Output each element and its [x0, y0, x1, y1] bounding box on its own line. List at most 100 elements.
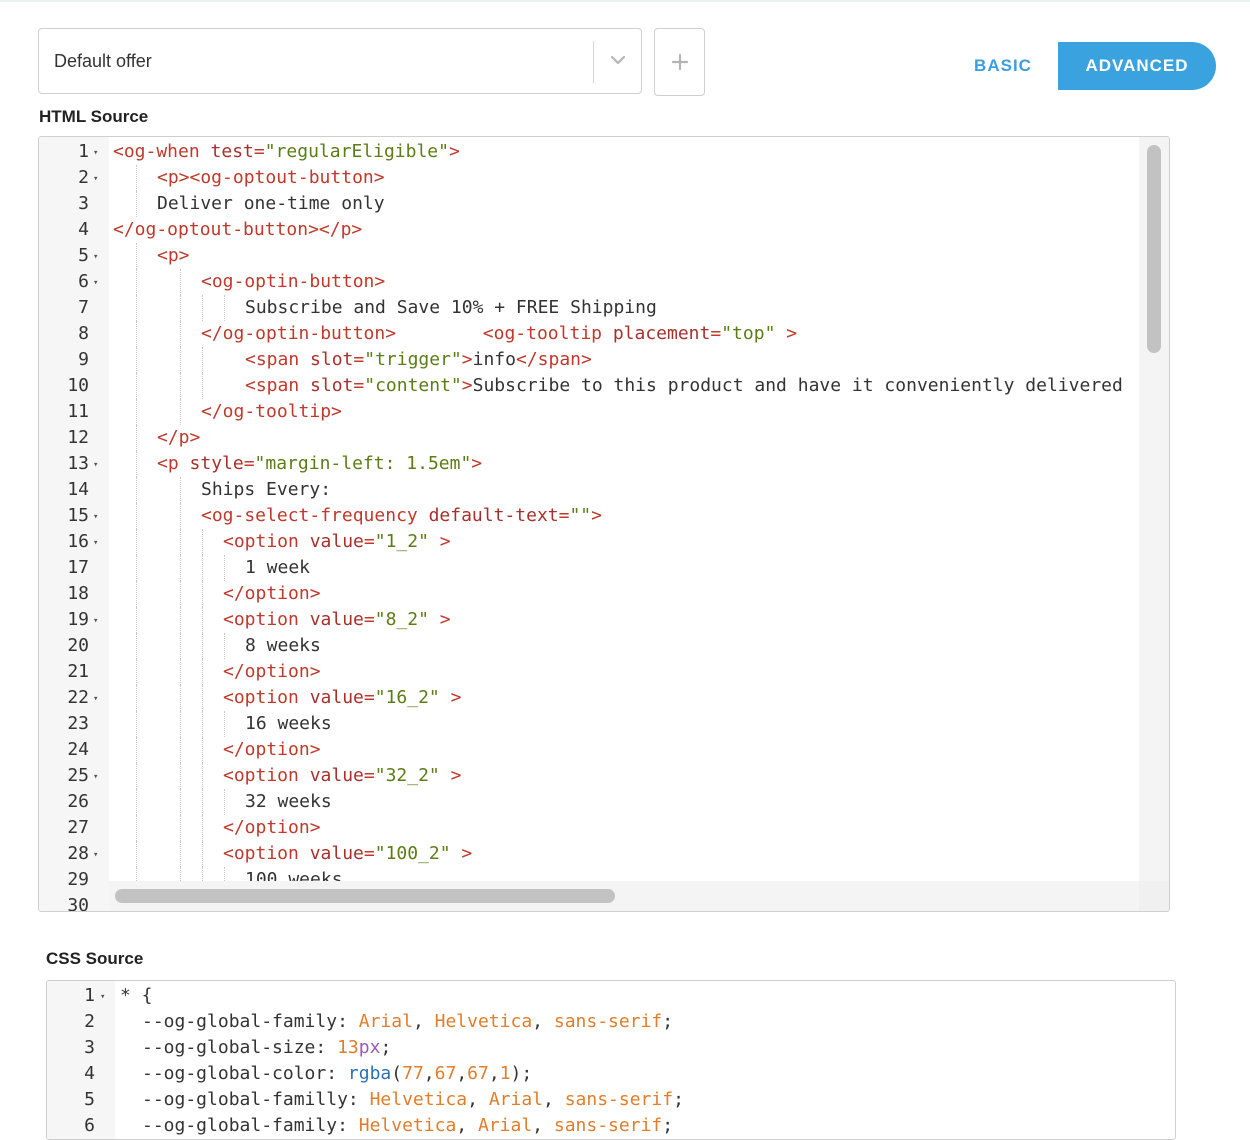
code-token: >: [448, 141, 460, 162]
code-token: ;: [662, 1011, 674, 1032]
fold-arrow-icon[interactable]: ▾: [93, 686, 103, 712]
scrollbar-corner: [1139, 881, 1169, 911]
fold-arrow-icon[interactable]: ▾: [93, 608, 103, 634]
code-line: 32 weeks: [113, 789, 332, 815]
code-token: rgba: [347, 1063, 392, 1084]
code-line: <p>: [113, 243, 190, 269]
code-line: </option>: [113, 581, 321, 607]
html-source-editor[interactable]: 1 ▾ 2 ▾ 3 4 5 ▾ 6 ▾ 7 8 9 10 11 12 13 ▾ 14 15 ▾ 16 ▾ 17 18 19 ▾ 20 2…: [38, 136, 1170, 912]
fold-arrow-icon[interactable]: ▾: [93, 166, 103, 192]
code-token: =: [558, 505, 570, 526]
vertical-scrollbar[interactable]: [1139, 137, 1169, 881]
code-token: </option>: [223, 739, 321, 760]
offer-select[interactable]: Default offer: [38, 28, 642, 94]
code-token: ,: [412, 1011, 435, 1032]
code-token: >: [428, 531, 451, 552]
code-token: 16 weeks: [245, 713, 332, 734]
code-token: Deliver one-time only: [157, 193, 385, 214]
code-token: =: [710, 323, 722, 344]
code-line: </og-tooltip>: [113, 399, 342, 425]
code-token: --og-global-color:: [142, 1063, 348, 1084]
code-token: =: [363, 531, 375, 552]
top-divider: [0, 0, 1250, 2]
code-line: 8 weeks: [113, 633, 321, 659]
code-token: 13: [337, 1037, 359, 1058]
line-number: 13: [67, 453, 89, 474]
line-number: 25: [67, 765, 89, 786]
fold-arrow-icon[interactable]: ▾: [93, 140, 103, 166]
code-line: <og-when test="regularEligible">: [113, 139, 460, 165]
code-token: =: [363, 765, 375, 786]
fold-arrow-icon[interactable]: ▾: [93, 452, 103, 478]
vertical-scrollbar-thumb[interactable]: [1147, 145, 1161, 353]
code-line: <option value="8_2" >: [113, 607, 451, 633]
advanced-mode-button[interactable]: ADVANCED: [1058, 42, 1216, 90]
code-token: <span: [245, 375, 311, 396]
line-number: 15: [67, 505, 89, 526]
line-number: 2: [84, 1011, 95, 1032]
fold-arrow-icon[interactable]: ▾: [93, 764, 103, 790]
fold-arrow-icon[interactable]: ▾: [93, 530, 103, 556]
code-line: </option>: [113, 659, 321, 685]
code-token: =: [353, 349, 365, 370]
code-token: );: [510, 1063, 533, 1084]
code-token: =: [363, 609, 375, 630]
code-token: </option>: [223, 583, 321, 604]
code-token: 1: [499, 1063, 511, 1084]
code-token: Helvetica: [434, 1011, 533, 1032]
line-number: 2: [78, 167, 89, 188]
fold-arrow-icon[interactable]: ▾: [100, 984, 110, 1010]
code-token: =: [363, 843, 375, 864]
fold-arrow-icon[interactable]: ▾: [93, 504, 103, 530]
code-token: value: [309, 843, 364, 864]
line-number: 3: [78, 193, 89, 214]
code-token: "margin-left: 1.5em": [254, 453, 472, 474]
code-line: <og-select-frequency default-text="">: [113, 503, 602, 529]
code-token: "content": [364, 375, 462, 396]
line-number: 3: [84, 1037, 95, 1058]
css-source-editor[interactable]: 1 ▾ 2 3 4 5 6 * {--og-global-family: Arial, He…: [46, 980, 1176, 1140]
code-token: slot: [310, 375, 354, 396]
basic-mode-button[interactable]: BASIC: [948, 42, 1058, 90]
code-token: ,: [467, 1089, 489, 1110]
code-line: --og-global-color: rgba(77,67,67,1);: [120, 1061, 532, 1087]
code-token: ,: [423, 1063, 435, 1084]
code-token: test: [210, 141, 254, 162]
horizontal-scrollbar-thumb[interactable]: [115, 889, 615, 903]
code-token: >: [428, 609, 451, 630]
fold-arrow-icon[interactable]: ▾: [93, 270, 103, 296]
line-number: 4: [78, 219, 89, 240]
line-number: 1: [78, 141, 89, 162]
code-token: px: [358, 1037, 381, 1058]
code-line: --og-global-family: Helvetica, Arial, sa…: [120, 1113, 673, 1139]
line-number: 23: [67, 713, 89, 734]
horizontal-scrollbar[interactable]: [109, 881, 1139, 911]
code-token: "trigger": [364, 349, 462, 370]
line-number: 16: [67, 531, 89, 552]
fold-arrow-icon[interactable]: ▾: [93, 244, 103, 270]
code-token: Arial: [488, 1089, 543, 1110]
line-number: 28: [67, 843, 89, 864]
chevron-down-icon[interactable]: [610, 54, 626, 66]
fold-arrow-icon[interactable]: ▾: [93, 842, 103, 868]
code-token: "": [569, 505, 592, 526]
code-token: "regularEligible": [264, 141, 449, 162]
code-line: Deliver one-time only: [113, 191, 385, 217]
code-token: Ships Every:: [201, 479, 332, 500]
code-token: "100_2": [374, 843, 451, 864]
line-number: 24: [67, 739, 89, 760]
line-number-gutter: 1 ▾ 2 ▾ 3 4 5 ▾ 6 ▾ 7 8 9 10 11 12 13 ▾ 14 15 ▾ 16 ▾ 17 18 19 ▾ 20 2…: [39, 137, 109, 911]
code-line: Subscribe and Save 10% + FREE Shipping: [113, 295, 657, 321]
code-token: Helvetica: [369, 1089, 468, 1110]
code-token: --og-global-familly:: [142, 1089, 370, 1110]
code-token: <p>: [157, 245, 190, 266]
line-number: 5: [78, 245, 89, 266]
add-offer-button[interactable]: [654, 28, 705, 96]
html-code-area[interactable]: <og-when test="regularEligible"> <p> <og-o…: [113, 137, 1139, 911]
code-token: <option: [223, 765, 310, 786]
code-line: <og-optin-button>: [113, 269, 385, 295]
css-code-area[interactable]: * {--og-global-family: Arial, Helvetica,…: [120, 981, 1175, 1139]
code-token: </option>: [223, 817, 321, 838]
code-token: >: [471, 453, 483, 474]
